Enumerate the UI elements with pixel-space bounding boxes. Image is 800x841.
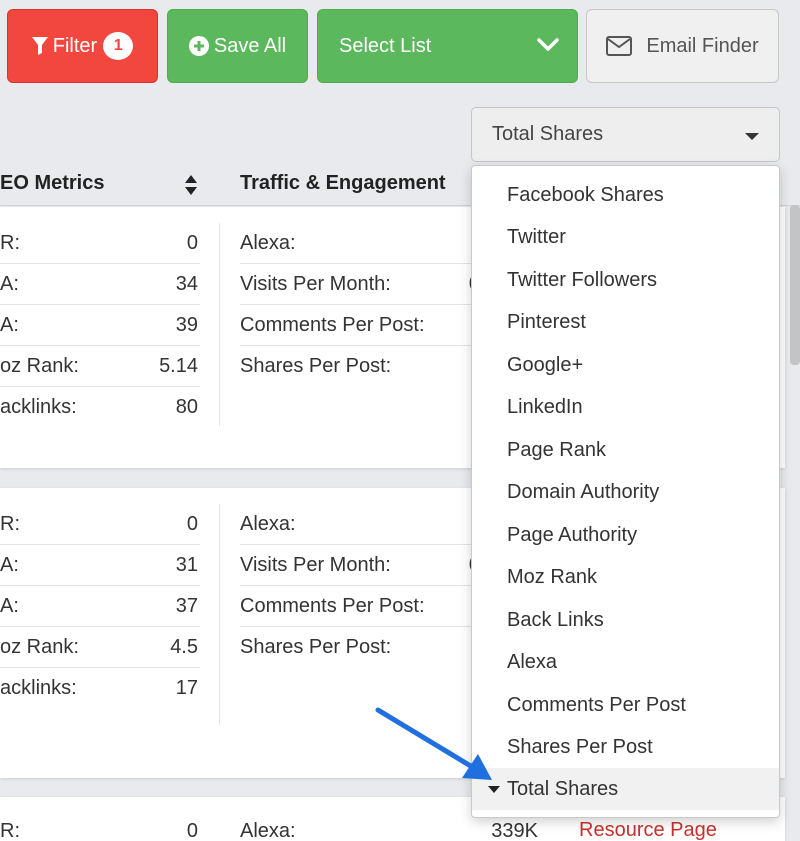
filter-label: Filter [52, 34, 98, 57]
metric-row: acklinks: 17 [0, 668, 200, 709]
traffic-label: Comments Per Post: [240, 313, 425, 336]
sort-option[interactable]: Pinterest [507, 301, 777, 343]
sort-option[interactable]: Google+ [507, 344, 777, 386]
sort-option[interactable]: LinkedIn [507, 386, 777, 428]
sort-by-value: Total Shares [492, 123, 604, 145]
sort-option[interactable]: Comments Per Post [507, 684, 777, 726]
funnel-icon [31, 37, 48, 55]
traffic-row: Alexa: [240, 223, 480, 264]
email-finder-label: Email Finder [646, 34, 759, 57]
traffic-label: Visits Per Month: [240, 272, 391, 295]
resource-page-tag[interactable]: Resource Page [579, 819, 717, 841]
metric-label: acklinks: [0, 396, 77, 418]
metric-value: 0 [186, 231, 198, 254]
traffic-row: Visits Per Month:0 [240, 545, 480, 586]
metric-label: A: [0, 553, 19, 576]
traffic-row: Shares Per Post: [240, 346, 480, 387]
scrollbar-thumb[interactable] [790, 205, 800, 365]
traffic-label: Visits Per Month: [240, 553, 391, 576]
metric-value: 39 [175, 313, 198, 336]
metric-label: oz Rank: [0, 354, 79, 377]
metric-row: acklinks: 80 [0, 387, 200, 428]
sort-option[interactable]: Domain Authority [507, 471, 777, 513]
traffic-label: Alexa: [240, 512, 296, 535]
metric-value: 80 [175, 396, 198, 418]
metric-row: R: 0 [0, 223, 200, 264]
traffic-row: Visits Per Month:0 [240, 264, 480, 305]
metric-row: R: 0 [0, 504, 200, 545]
filter-count-badge: 1 [103, 32, 134, 60]
traffic-label: Shares Per Post: [240, 355, 392, 377]
sort-option[interactable]: Facebook Shares [507, 174, 777, 216]
select-list-dropdown[interactable]: Select List [317, 9, 578, 83]
save-all-button[interactable]: Save All [167, 9, 308, 83]
sort-option[interactable]: Twitter [507, 216, 777, 258]
traffic-label: Alexa: [240, 820, 296, 841]
column-header-seo: EO Metrics [0, 172, 105, 194]
column-divider [219, 504, 220, 725]
metric-row: A: 31 [0, 545, 200, 586]
caret-down-icon [745, 133, 759, 140]
metric-row: oz Rank: 4.5 [0, 627, 200, 668]
column-header-traffic: Traffic & Engagement [240, 172, 446, 194]
sort-option[interactable]: Back Links [507, 599, 777, 641]
metric-row: A: 37 [0, 586, 200, 627]
traffic-row: Comments Per Post: [240, 305, 480, 346]
plus-circle-icon [188, 36, 209, 56]
sort-option[interactable]: Moz Rank [507, 556, 777, 598]
metric-label: A: [0, 272, 19, 295]
sort-option-label: Total Shares [507, 777, 619, 800]
metric-value: 37 [175, 594, 198, 617]
metric-value: 0 [186, 820, 198, 841]
metric-label: R: [0, 231, 20, 254]
chevron-down-icon [537, 35, 559, 58]
metric-value: 31 [175, 553, 198, 576]
metric-value: 34 [175, 272, 198, 295]
sort-icon[interactable] [184, 174, 198, 201]
traffic-label: Comments Per Post: [240, 594, 425, 617]
metric-label: acklinks: [0, 677, 77, 699]
sort-dropdown-menu: Facebook Shares Twitter Twitter Follower… [471, 165, 780, 818]
annotation-arrow-icon [375, 707, 492, 780]
metric-label: A: [0, 594, 19, 617]
metric-label: R: [0, 512, 20, 535]
sort-option-selected[interactable]: Total Shares [472, 768, 779, 810]
metric-value: 0 [186, 512, 198, 535]
traffic-row: Alexa: [240, 504, 480, 545]
email-finder-button[interactable]: Email Finder [586, 9, 779, 83]
metric-row: A: 39 [0, 305, 200, 346]
sort-option[interactable]: Alexa [507, 641, 777, 683]
sort-option[interactable]: Shares Per Post [507, 726, 777, 768]
metric-row: A: 34 [0, 264, 200, 305]
metric-row: oz Rank: 5.14 [0, 346, 200, 387]
metric-value: 17 [175, 677, 198, 699]
sort-by-select[interactable]: Total Shares [471, 107, 780, 162]
save-all-label: Save All [213, 34, 287, 57]
envelope-icon [606, 36, 633, 56]
metric-row: R: 0 [0, 811, 200, 841]
metric-label: R: [0, 820, 20, 841]
traffic-label: Shares Per Post: [240, 636, 392, 658]
metric-label: A: [0, 313, 19, 336]
metric-value: 4.5 [170, 635, 198, 658]
sort-option[interactable]: Page Rank [507, 429, 777, 471]
sort-option[interactable]: Twitter Followers [507, 259, 777, 301]
traffic-value: 339K [491, 820, 538, 841]
metric-value: 5.14 [159, 354, 198, 377]
metric-label: oz Rank: [0, 635, 79, 658]
column-divider [219, 223, 220, 426]
traffic-row: Comments Per Post: [240, 586, 480, 627]
traffic-label: Alexa: [240, 231, 296, 254]
traffic-row: Shares Per Post: [240, 627, 480, 668]
select-list-label: Select List [339, 34, 432, 57]
filter-button[interactable]: Filter 1 [7, 9, 158, 83]
sort-option[interactable]: Page Authority [507, 514, 777, 556]
